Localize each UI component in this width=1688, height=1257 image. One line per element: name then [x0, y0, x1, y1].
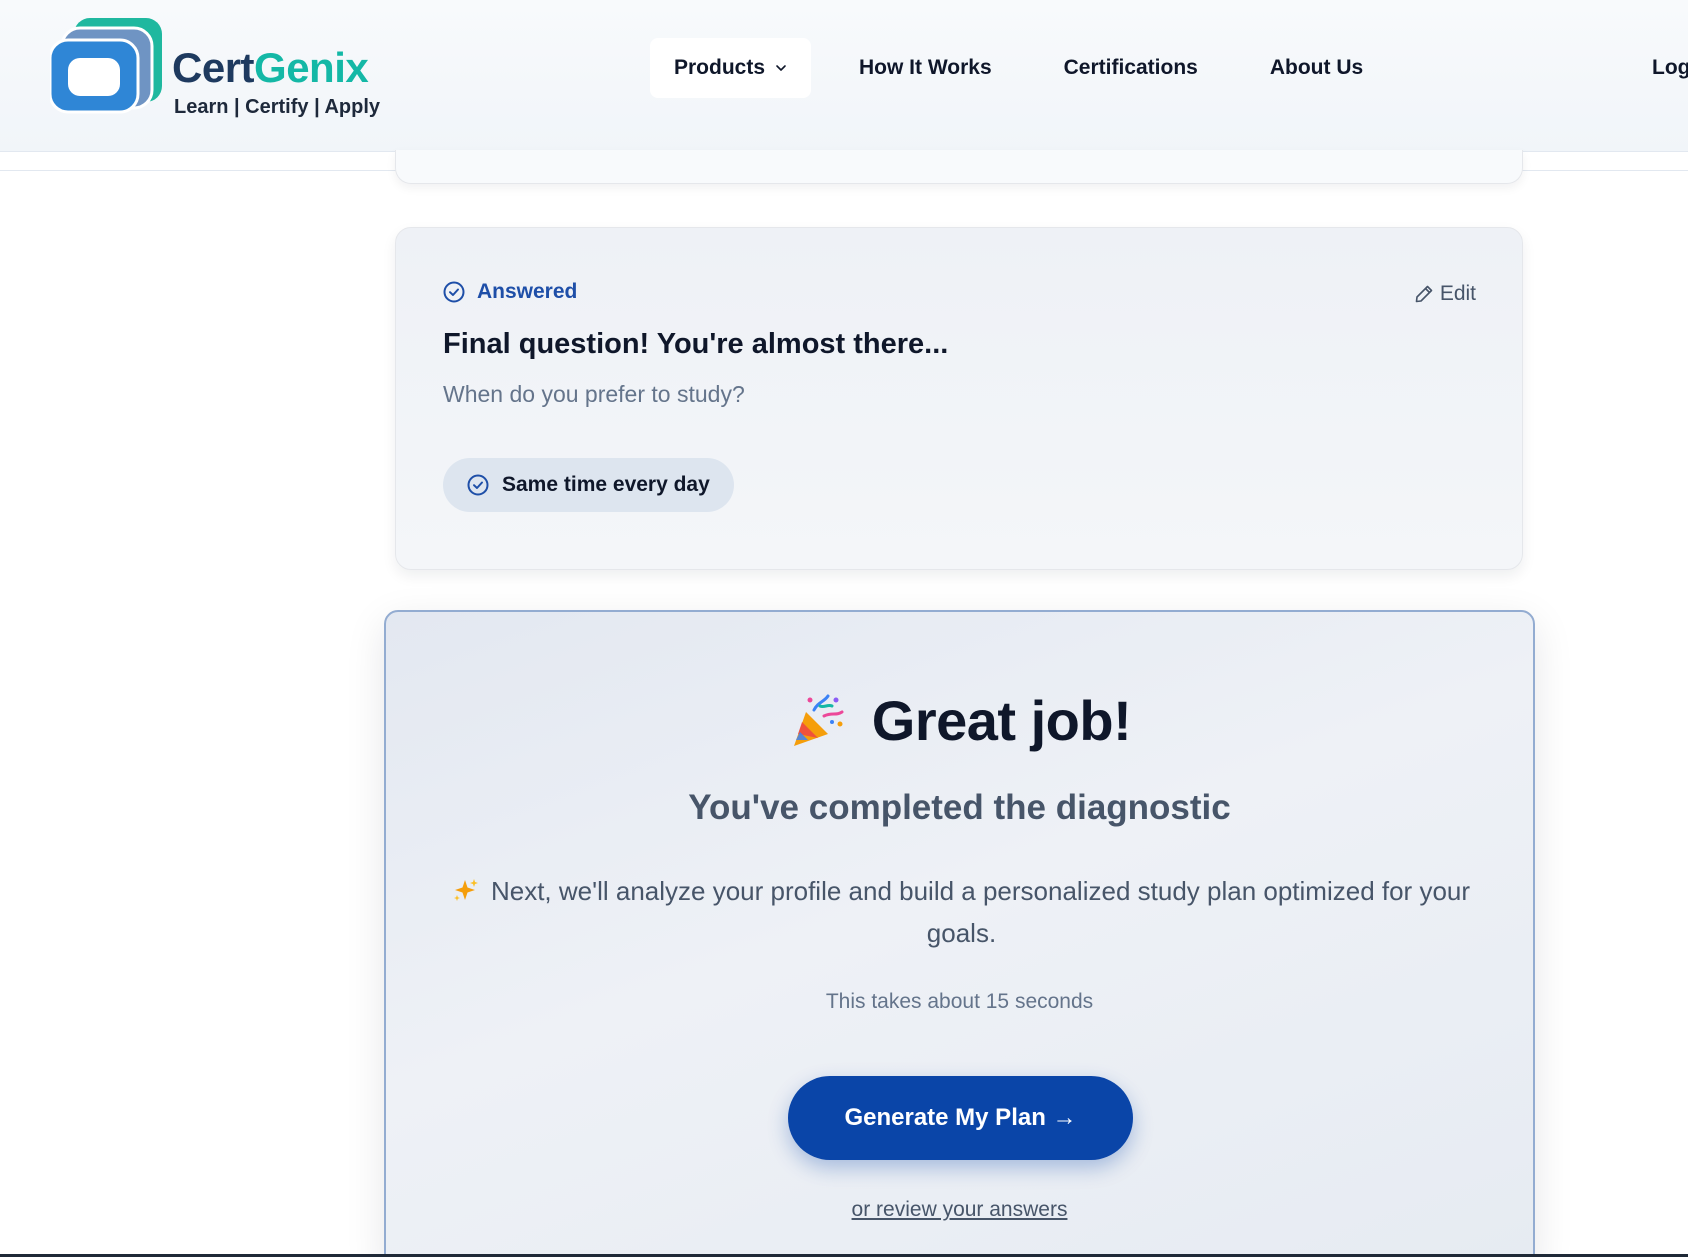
main-nav: Products How It Works Certifications Abo…: [650, 38, 1411, 98]
check-circle-icon: [467, 474, 489, 496]
logo-icon: [50, 18, 162, 114]
site-header: CertGenix Learn | Certify | Apply Produc…: [0, 0, 1688, 152]
brand-logo[interactable]: CertGenix Learn | Certify | Apply: [50, 18, 380, 118]
question-text: When do you prefer to study?: [443, 381, 745, 407]
party-popper-icon: [793, 694, 844, 746]
selected-answer-chip: Same time every day: [443, 458, 734, 512]
login-link[interactable]: Log: [1652, 56, 1688, 80]
completion-headline: Great job!: [386, 688, 1533, 753]
check-circle-icon: [443, 281, 465, 303]
duration-note: This takes about 15 seconds: [825, 990, 1094, 1013]
nav-products[interactable]: Products: [650, 38, 812, 98]
pencil-icon: [1415, 285, 1433, 303]
answered-question-card: Answered Edit Final question! You're alm…: [395, 227, 1523, 570]
edit-label: Edit: [1439, 282, 1476, 305]
headline-text: Great job!: [871, 689, 1132, 752]
edit-button[interactable]: Edit: [1414, 282, 1476, 306]
brand-name: CertGenix: [172, 44, 369, 91]
nav-about-us[interactable]: About Us: [1246, 38, 1387, 98]
completion-card: Great job! You've completed the diagnost…: [384, 610, 1535, 1257]
previous-question-card: [395, 150, 1523, 184]
generate-plan-button[interactable]: Generate My Plan →: [788, 1076, 1133, 1160]
completion-subheadline: You've completed the diagnostic: [688, 788, 1231, 827]
sparkles-icon: [453, 879, 478, 901]
nav-certifications[interactable]: Certifications: [1040, 38, 1222, 98]
answered-status: Answered: [443, 280, 577, 304]
completion-description: Next, we'll analyze your profile and bui…: [446, 870, 1477, 954]
nav-how-it-works[interactable]: How It Works: [835, 38, 1016, 98]
description-text: Next, we'll analyze your profile and bui…: [490, 876, 1471, 948]
question-title: Final question! You're almost there...: [443, 328, 949, 360]
status-label: Answered: [477, 280, 578, 303]
review-answers-row: or review your answers: [386, 1198, 1533, 1222]
chevron-down-icon: [776, 65, 786, 71]
brand-tagline: Learn | Certify | Apply: [174, 96, 381, 118]
nav-products-label: Products: [674, 56, 766, 79]
answer-label: Same time every day: [502, 473, 710, 496]
review-answers-link[interactable]: or review your answers: [852, 1198, 1068, 1221]
